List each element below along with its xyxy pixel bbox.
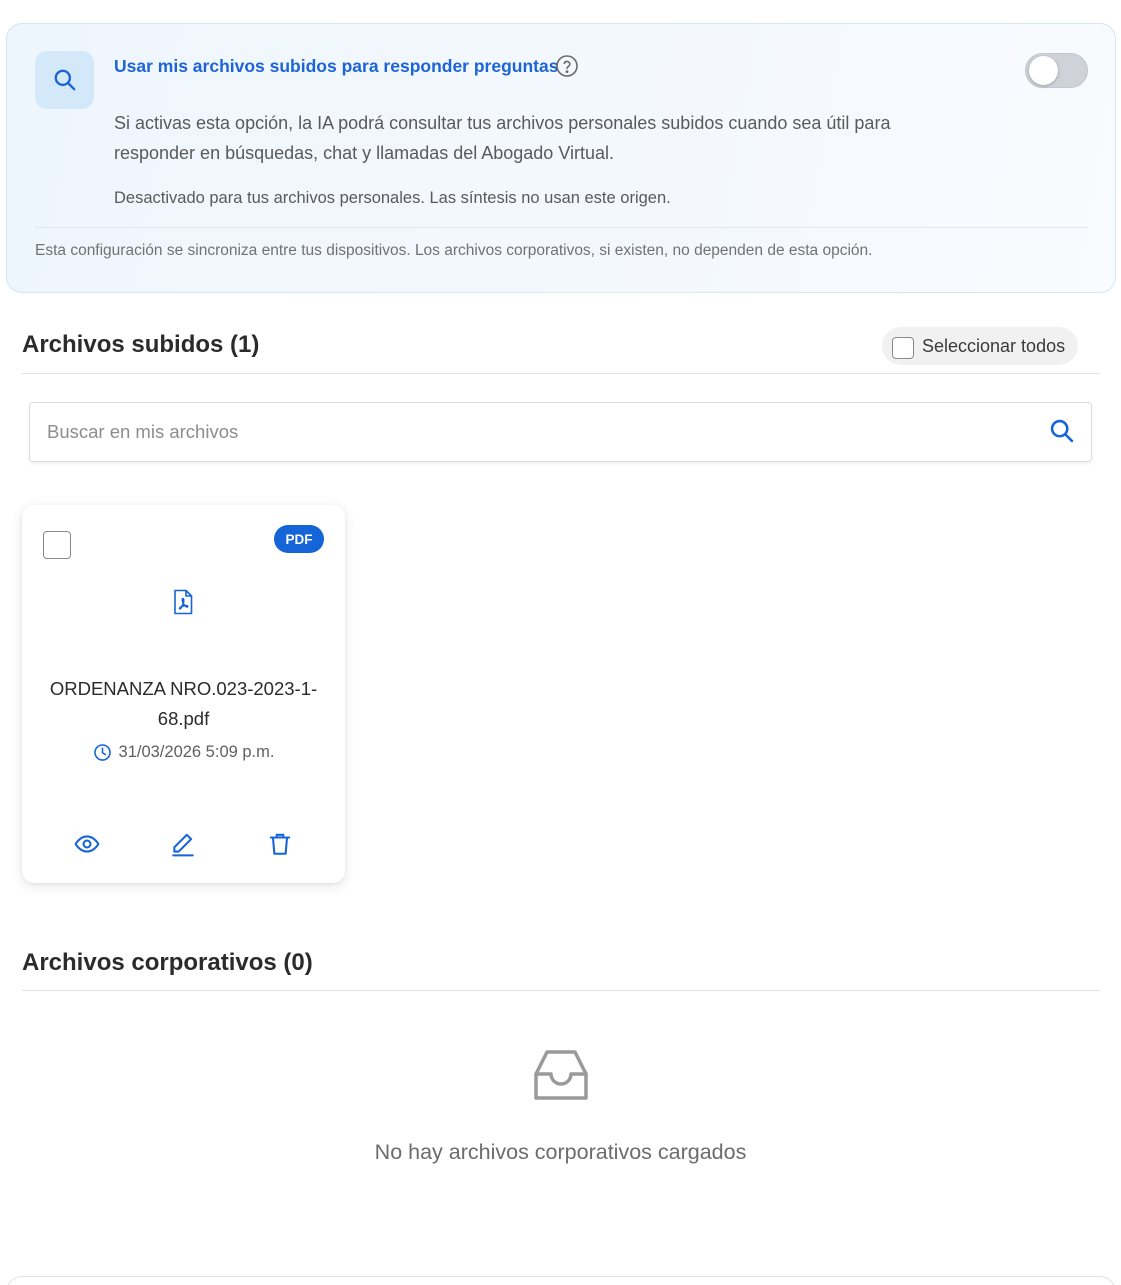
ai-files-setting-card: Usar mis archivos subidos para responder… [6,23,1116,293]
search-icon [54,69,75,91]
uploaded-files-title: Archivos subidos (1) [22,331,260,358]
file-search-box [29,402,1092,462]
inbox-icon [534,1050,588,1100]
corporate-empty-message: No hay archivos corporativos cargados [374,1140,747,1164]
file-type-badge: PDF [274,525,324,553]
file-date-row: 31/03/2026 5:09 p.m. [22,743,345,762]
search-icon[interactable] [1048,417,1076,445]
setting-divider [35,227,1088,228]
setting-title: Usar mis archivos subidos para responder… [114,56,559,76]
file-card[interactable]: PDF ORDENANZA NRO.023-2023-1-68.pdf 31/0… [22,505,345,883]
use-files-toggle[interactable] [1025,53,1088,88]
select-all-button[interactable]: Seleccionar todos [882,327,1078,365]
clock-icon [93,744,111,761]
corporate-section-divider [22,990,1100,991]
help-circle-icon[interactable] [555,54,579,78]
search-input[interactable] [30,403,1030,461]
pencil-icon[interactable] [170,831,196,857]
file-date: 31/03/2026 5:09 p.m. [118,743,275,761]
toggle-knob [1029,56,1058,85]
file-select-checkbox[interactable] [43,531,71,559]
setting-status: Desactivado para tus archivos personales… [114,189,671,207]
select-all-checkbox[interactable] [892,337,914,359]
setting-search-icon-tile [35,51,94,109]
pdf-file-icon [174,589,193,615]
setting-description: Si activas esta opción, la IA podrá cons… [114,113,891,163]
trash-icon[interactable] [267,831,293,857]
eye-icon[interactable] [74,831,100,857]
file-name: ORDENANZA NRO.023-2023-1-68.pdf [49,678,318,729]
select-all-label: Seleccionar todos [922,335,1066,356]
corporate-files-title: Archivos corporativos (0) [22,949,313,976]
setting-sync-note: Esta configuración se sincroniza entre t… [35,242,873,259]
next-section-card [6,1276,1116,1285]
uploaded-section-divider [22,373,1100,374]
